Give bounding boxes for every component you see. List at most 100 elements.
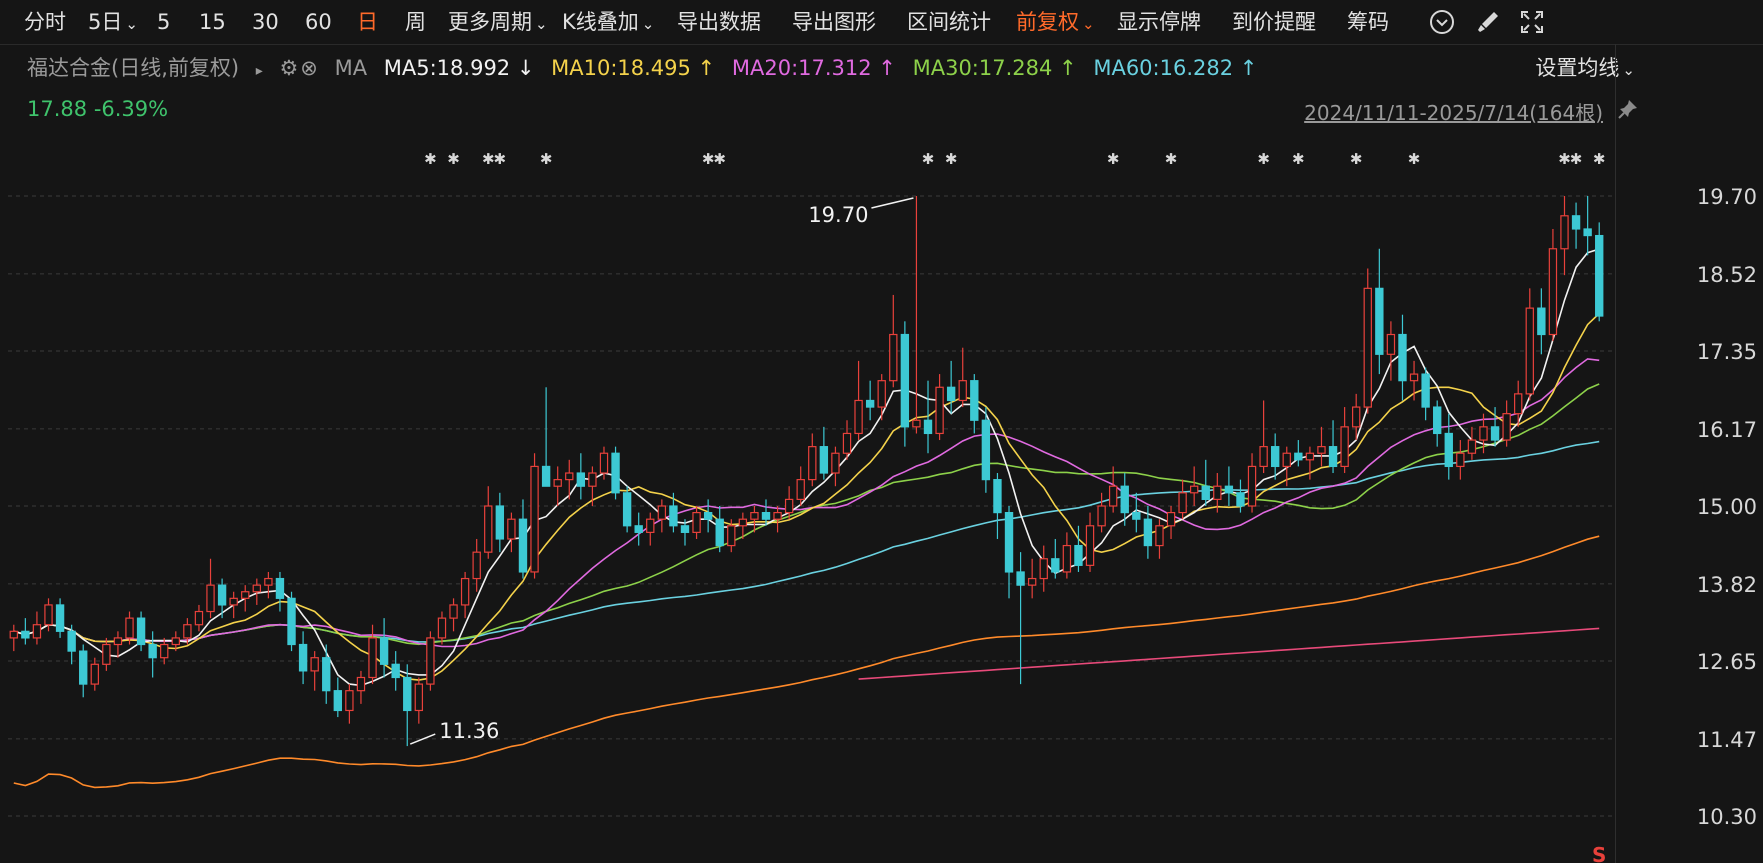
play-icon[interactable]: ▸: [256, 63, 263, 79]
event-marker-icon: ✱: [494, 150, 507, 168]
chevron-circle-icon[interactable]: [1428, 8, 1456, 36]
candle-up: [160, 643, 169, 659]
tab-15min[interactable]: 15: [199, 0, 226, 44]
candle-up: [1502, 413, 1511, 441]
candle-up: [1548, 248, 1558, 336]
candle-down: [669, 505, 678, 527]
event-marker-icon: ✱: [945, 150, 958, 168]
candle-up: [90, 663, 99, 685]
candle-up: [1062, 544, 1072, 573]
chevron-down-icon: ⌄: [641, 15, 655, 33]
candle-down: [391, 663, 400, 679]
price-summary: 17.88 -6.39%: [27, 97, 168, 121]
candle-down: [55, 604, 65, 632]
candle-up: [484, 505, 493, 553]
chips-button[interactable]: 筹码: [1347, 0, 1389, 44]
candle-down: [1294, 452, 1303, 461]
candle-up: [1108, 485, 1118, 507]
tab-60min[interactable]: 60: [305, 0, 332, 44]
ma60-line: [13, 440, 1600, 643]
range-stats-button[interactable]: 区间统计: [907, 0, 991, 44]
ma20-line: [13, 358, 1600, 648]
price-alert-button[interactable]: 到价提醒: [1232, 0, 1316, 44]
high-label: 19.70: [808, 203, 868, 227]
date-range[interactable]: 2024/11/11-2025/7/14(164根): [1304, 97, 1603, 126]
tab-weekly[interactable]: 周: [405, 0, 426, 44]
ma10-line: [13, 312, 1600, 681]
candle-down: [136, 617, 146, 646]
candle-down: [703, 511, 713, 520]
kline-overlay-button[interactable]: K线叠加 ⌄: [562, 0, 654, 44]
candle-up: [507, 518, 516, 540]
ma60-value: MA60:16.282 ↑: [1093, 56, 1258, 80]
candle-down: [622, 492, 632, 527]
candle-down: [1051, 558, 1060, 573]
candle-up: [1039, 558, 1048, 580]
chart-title: 福达合金(日线,前复权): [27, 56, 240, 80]
forward-adjust-button[interactable]: 前复权 ⌄: [1016, 0, 1095, 44]
candle-up: [588, 472, 597, 487]
kline-chart[interactable]: 19.70 18.52 17.35 16.17 15.00 13.82 12.65 11.47…: [0, 150, 1763, 863]
candle-up: [646, 518, 655, 533]
export-chart-button[interactable]: 导出图形: [792, 0, 876, 44]
candle-up: [1467, 439, 1477, 454]
tab-30min[interactable]: 30: [252, 0, 279, 44]
candle-up: [1247, 465, 1257, 507]
candle-up: [310, 657, 319, 672]
candle-down: [611, 452, 620, 494]
set-ma-button[interactable]: 设置均线 ⌄: [1535, 52, 1635, 84]
sell-marker: S: [1592, 843, 1606, 863]
tab-5day[interactable]: 5日 ⌄: [88, 0, 138, 44]
y-tick-label: 15.00: [1697, 495, 1757, 519]
show-suspension-button[interactable]: 显示停牌: [1117, 0, 1201, 44]
candle-down: [298, 643, 308, 672]
event-marker-icon: ✱: [447, 150, 460, 168]
candle-up: [44, 604, 53, 626]
candle-up: [842, 432, 852, 454]
candle-up: [414, 683, 424, 712]
close-icon[interactable]: ⊗: [300, 56, 318, 80]
candle-down: [715, 518, 724, 547]
candle-up: [356, 676, 366, 692]
candle-up: [1525, 307, 1534, 395]
candle-up: [1155, 525, 1164, 547]
event-marker-icon: ✱: [1292, 150, 1305, 168]
candle-up: [565, 472, 574, 481]
tab-more-periods[interactable]: 更多周期 ⌄: [448, 0, 548, 44]
y-tick-label: 16.17: [1697, 418, 1757, 442]
fullscreen-icon[interactable]: [1518, 8, 1546, 36]
tab-daily[interactable]: 日: [357, 0, 378, 44]
candle-up: [1085, 525, 1095, 566]
candle-down: [275, 577, 285, 599]
gear-icon[interactable]: ⚙: [279, 56, 298, 80]
candle-down: [287, 597, 296, 646]
event-marker-icon: ✱: [1570, 150, 1583, 168]
candle-up: [796, 479, 805, 501]
candle-down: [217, 584, 227, 606]
ma-legend: 福达合金(日线,前复权) ▸ ⚙⊗ MA MA5:18.992 ↓ MA10:1…: [27, 52, 1267, 84]
forward-adjust-label: 前复权: [1016, 10, 1079, 34]
tab-timeshare[interactable]: 分时: [24, 0, 66, 44]
candle-down: [1270, 446, 1280, 468]
export-data-button[interactable]: 导出数据: [677, 0, 761, 44]
y-tick-label: 19.70: [1697, 185, 1757, 209]
brush-icon[interactable]: [1474, 8, 1502, 36]
pin-icon[interactable]: [1617, 98, 1639, 120]
y-tick-label: 10.30: [1697, 805, 1757, 829]
candle-down: [1595, 234, 1604, 317]
candle-down: [865, 399, 875, 408]
y-tick-label: 12.65: [1697, 650, 1757, 674]
low-label: 11.36: [439, 719, 499, 743]
candle-up: [1386, 333, 1396, 355]
candle-up: [113, 637, 123, 646]
tab-5min[interactable]: 5: [157, 0, 170, 44]
candle-up: [437, 617, 447, 639]
candle-up: [206, 584, 215, 613]
candle-up: [1178, 492, 1187, 514]
candle-up: [553, 479, 562, 487]
candle-down: [541, 465, 551, 487]
y-tick-label: 17.35: [1697, 340, 1757, 364]
candle-up: [449, 604, 458, 619]
candle-down: [79, 650, 88, 685]
candle-down: [403, 676, 412, 712]
